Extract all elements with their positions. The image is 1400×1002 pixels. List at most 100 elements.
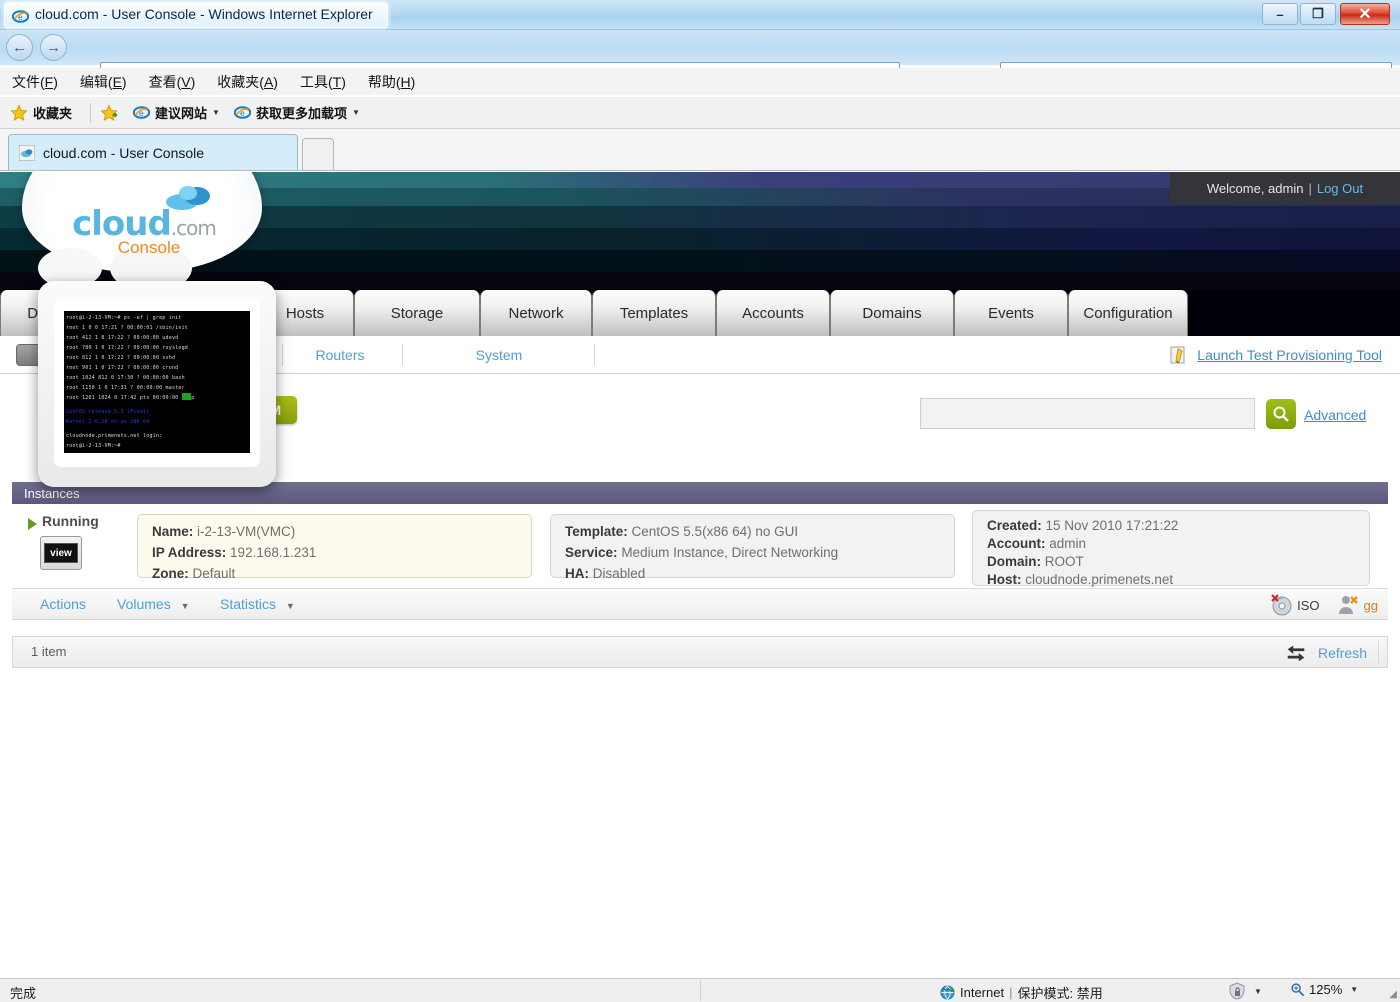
window-titlebar[interactable]: e cloud.com - User Console - Windows Int…	[0, 0, 1400, 30]
menu-item-file[interactable]: 文件(F)	[12, 72, 58, 92]
welcome-text: Welcome, admin	[1206, 180, 1304, 196]
ie-icon: e	[133, 106, 151, 119]
info-line: Zone: Default	[152, 563, 517, 584]
subnav-label: Routers	[315, 347, 365, 363]
logout-link[interactable]: Log Out	[1317, 181, 1363, 196]
tab-strip: cloud.com - User Console ▼ ▼	[0, 129, 1400, 291]
status-badge: Running	[42, 513, 99, 529]
footer-divider	[1378, 641, 1379, 665]
info-label: Zone:	[152, 566, 189, 581]
instance-info-card-ownership: Created: 15 Nov 2010 17:21:22 Account: a…	[972, 510, 1370, 587]
forward-button[interactable]: →	[40, 34, 67, 61]
protected-mode-button[interactable]: ▼	[1228, 982, 1262, 1000]
browser-tab-cloud-console[interactable]: cloud.com - User Console	[8, 134, 298, 170]
refresh-label: Refresh	[1317, 645, 1367, 661]
advanced-search-icon[interactable]	[1266, 399, 1296, 429]
browser-address-bar: ← → http://192.168.1.201:8080/client/ ▼ …	[0, 30, 1400, 91]
gg-label[interactable]: gg	[1364, 598, 1378, 613]
browser-tab-label: cloud.com - User Console	[43, 144, 205, 161]
refresh-button[interactable]: Refresh	[1284, 641, 1367, 665]
tab-network[interactable]: Network	[480, 290, 592, 336]
table-row[interactable]: Running view Name: i-2-13-VM(VMC) IP Add…	[12, 504, 1388, 588]
menu-item-view[interactable]: 查看(V)	[149, 72, 196, 92]
favorite-suggested-sites[interactable]: e 建议网站 ▼	[133, 103, 220, 122]
search-input[interactable]	[920, 398, 1255, 429]
menu-item-help[interactable]: 帮助(H)	[368, 72, 415, 92]
info-line: Account: admin	[987, 535, 1355, 553]
tab-storage[interactable]: Storage	[354, 290, 480, 336]
user-icon[interactable]	[1336, 593, 1360, 617]
cloud-com-logo[interactable]: cloud.com Console	[22, 172, 262, 290]
terminal-line: root 412 1 0 17:22 ? 00:00:00 udevd	[66, 335, 179, 341]
console-preview-frame: root@i-2-13-VM:~# ps -ef | grep init roo…	[54, 299, 260, 467]
info-label: Host:	[987, 572, 1022, 587]
logo-subtitle: Console	[117, 238, 181, 257]
volumes-menu[interactable]: Volumes ▼	[117, 596, 190, 612]
search-icon	[1273, 406, 1289, 422]
refresh-icon	[1287, 645, 1305, 662]
terminal-line: root@i-2-13-VM:~# ps -ef | grep init	[66, 315, 182, 321]
subnav-item-routers[interactable]: Routers	[280, 336, 400, 374]
iso-disc-icon[interactable]	[1269, 593, 1293, 617]
chevron-down-icon: ▼	[285, 601, 295, 611]
instance-actions-bar: Actions Volumes ▼ Statistics ▼ ISO gg	[12, 588, 1388, 620]
terminal-line: root 1024 812 0 17:30 ? 00:00:00 bash	[66, 375, 185, 381]
menu-label: 工具	[299, 73, 328, 90]
subnav-item-system[interactable]: System	[404, 336, 594, 374]
menu-accel: A	[263, 73, 274, 90]
tab-templates[interactable]: Templates	[592, 290, 716, 336]
terminal-line: root 1150 1 0 17:31 ? 00:00:00 master	[66, 385, 185, 391]
view-console-button[interactable]: view	[40, 536, 82, 570]
tab-events[interactable]: Events	[954, 290, 1068, 336]
menu-label: 收藏夹	[217, 73, 260, 90]
zone-label: Internet	[960, 985, 1005, 1000]
statistics-menu[interactable]: Statistics ▼	[220, 596, 295, 612]
tab-accounts[interactable]: Accounts	[716, 290, 830, 336]
ie-icon: e	[233, 106, 251, 119]
terminal-line: root 812 1 0 17:22 ? 00:00:00 sshd	[66, 355, 176, 361]
advanced-search-link[interactable]: Advanced	[1304, 407, 1366, 423]
tab-label: Domains	[862, 304, 922, 322]
favorites-button[interactable]: 收藏夹	[10, 103, 72, 122]
chevron-down-icon[interactable]: ▼	[1254, 987, 1262, 996]
resize-grip-icon[interactable]: ◢	[1389, 989, 1397, 1000]
terminal-line: cloudnode.primenets.net login:	[66, 433, 163, 439]
chevron-down-icon[interactable]: ▼	[352, 108, 360, 117]
menu-accel: F	[44, 73, 54, 90]
menu-accel: H	[400, 73, 411, 90]
zoom-level-label: 125%	[1309, 982, 1343, 997]
window-maximize-button[interactable]: ❐	[1300, 3, 1336, 25]
vm-console-preview-popup[interactable]: root@i-2-13-VM:~# ps -ef | grep init roo…	[38, 281, 276, 487]
launch-tool-label[interactable]: Launch Test Provisioning Tool	[1197, 347, 1382, 363]
menu-item-favorites[interactable]: 收藏夹(A)	[217, 72, 278, 92]
window-minimize-button[interactable]: –	[1262, 3, 1298, 25]
status-divider	[700, 981, 701, 1001]
window-close-button[interactable]: ✕	[1340, 3, 1390, 25]
chevron-down-icon[interactable]: ▼	[212, 108, 220, 117]
new-tab-button[interactable]	[302, 138, 334, 170]
chevron-down-icon[interactable]: ▼	[1350, 985, 1358, 994]
info-value: cloudnode.primenets.net	[1025, 572, 1174, 587]
terminal-line: Kernel 2.6.18 on an x86_64	[66, 419, 150, 425]
info-label: Name:	[152, 524, 194, 539]
view-console-label: view	[44, 543, 78, 563]
tab-domains[interactable]: Domains	[830, 290, 954, 336]
protected-mode-label: 保护模式: 禁用	[1017, 986, 1103, 1001]
menu-item-edit[interactable]: 编辑(E)	[80, 72, 127, 92]
toolbar-divider	[90, 102, 92, 123]
menu-label: 文件	[12, 73, 40, 90]
back-button[interactable]: ←	[6, 34, 33, 61]
instance-info-card-template: Template: CentOS 5.5(x86 64) no GUI Serv…	[550, 514, 955, 581]
tab-configuration[interactable]: Configuration	[1068, 290, 1188, 336]
browser-status-bar: 完成 Internet | 保护模式: 禁用 ▼ 125% ▼ ◢	[0, 978, 1400, 1002]
launch-test-provisioning-tool[interactable]: Launch Test Provisioning Tool	[1169, 345, 1382, 365]
actions-menu[interactable]: Actions	[40, 596, 86, 612]
info-label: Created:	[987, 518, 1042, 533]
tab-label: Network	[508, 304, 564, 322]
menu-item-tools[interactable]: 工具(T)	[300, 72, 346, 92]
svg-text:e: e	[18, 12, 23, 22]
favorite-get-more-addons[interactable]: e 获取更多加载项 ▼	[233, 103, 360, 122]
security-zone-indicator[interactable]: Internet | 保护模式: 禁用	[940, 983, 1103, 1002]
add-favorite-button[interactable]	[101, 103, 119, 122]
zoom-control[interactable]: 125% ▼	[1290, 982, 1358, 997]
